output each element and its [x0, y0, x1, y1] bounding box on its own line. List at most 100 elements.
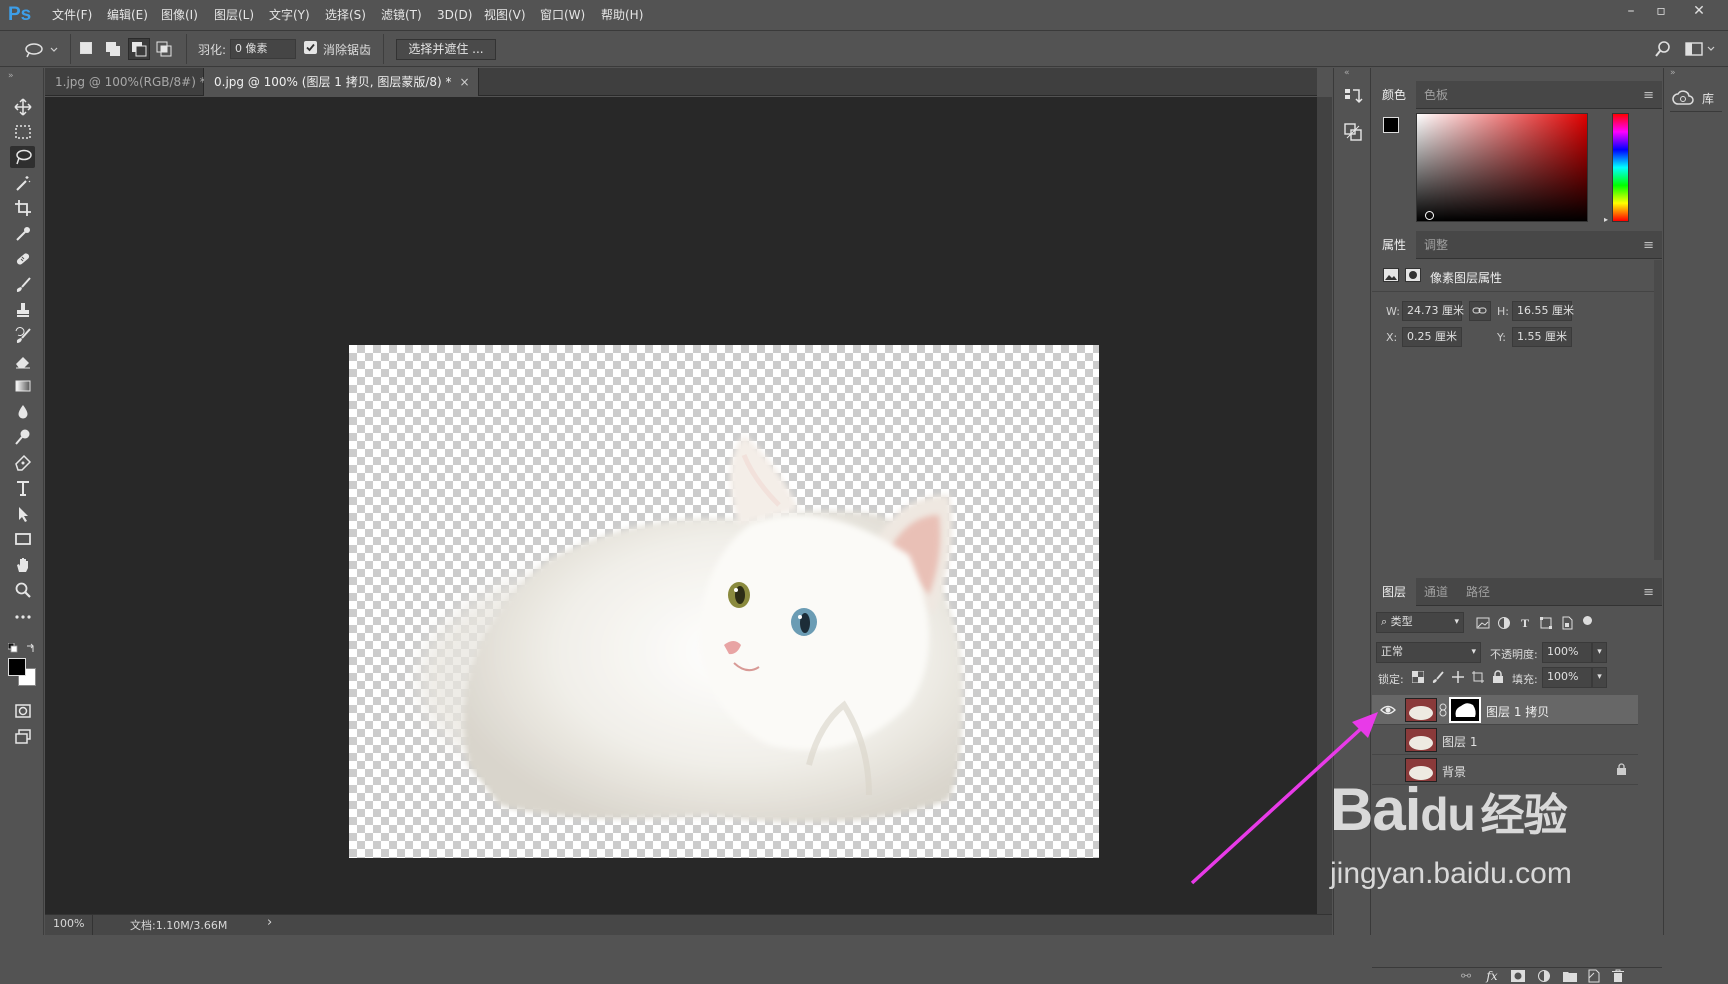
- rectangle-tool-icon[interactable]: [10, 528, 35, 550]
- eraser-tool-icon[interactable]: [10, 350, 35, 372]
- tab-swatches[interactable]: 色板: [1414, 81, 1458, 109]
- tab-properties[interactable]: 属性: [1372, 231, 1417, 259]
- eyedropper-tool-icon[interactable]: [10, 223, 35, 245]
- tab-adjustments[interactable]: 调整: [1414, 231, 1458, 259]
- x-input[interactable]: 0.25 厘米: [1402, 327, 1462, 347]
- tab-close-icon[interactable]: ×: [460, 75, 470, 89]
- menu-3d[interactable]: 3D(D): [437, 0, 472, 31]
- new-group-icon[interactable]: [1562, 968, 1578, 984]
- new-selection-icon[interactable]: [80, 42, 92, 54]
- layer-name[interactable]: 图层 1 拷贝: [1486, 703, 1549, 720]
- lock-artboard-icon[interactable]: [1470, 669, 1486, 685]
- menu-view[interactable]: 视图(V): [484, 0, 526, 31]
- healing-brush-tool-icon[interactable]: [10, 248, 35, 270]
- marquee-tool-icon[interactable]: [10, 121, 35, 143]
- blur-tool-icon[interactable]: [10, 401, 35, 423]
- lock-position-icon[interactable]: [1450, 669, 1466, 685]
- minimize-button[interactable]: –: [1616, 0, 1646, 22]
- tab-1-jpg[interactable]: 1.jpg @ 100%(RGB/8#) *×: [45, 68, 224, 96]
- foreground-color-swatch[interactable]: [1383, 117, 1399, 133]
- color-picker-field[interactable]: [1416, 113, 1588, 222]
- adjustment-filter-icon[interactable]: [1496, 615, 1512, 631]
- quick-mask-icon[interactable]: [10, 700, 35, 722]
- menu-type[interactable]: 文字(Y): [269, 0, 310, 31]
- tab-paths[interactable]: 路径: [1456, 578, 1500, 606]
- color-picker-cursor[interactable]: [1425, 211, 1434, 220]
- crop-tool-icon[interactable]: [10, 197, 35, 219]
- menu-edit[interactable]: 编辑(E): [107, 0, 148, 31]
- antialias-checkbox[interactable]: [304, 41, 317, 54]
- hue-slider-marker[interactable]: ▸: [1604, 215, 1608, 224]
- trash-icon[interactable]: [1610, 968, 1626, 984]
- layer-row[interactable]: 图层 1: [1372, 725, 1638, 755]
- collapse-arrows-icon[interactable]: »: [8, 71, 14, 81]
- lock-all-icon[interactable]: [1490, 669, 1506, 685]
- fill-input[interactable]: 100%: [1542, 667, 1592, 688]
- menu-image[interactable]: 图像(I): [161, 0, 198, 31]
- magic-wand-tool-icon[interactable]: [10, 172, 35, 194]
- adjustment-layer-icon[interactable]: [1536, 968, 1552, 984]
- pixel-filter-icon[interactable]: [1475, 615, 1491, 631]
- pen-tool-icon[interactable]: [10, 452, 35, 474]
- fx-icon[interactable]: fx: [1484, 968, 1500, 984]
- layer-row[interactable]: 图层 1 拷贝: [1372, 695, 1638, 725]
- intersect-selection-icon[interactable]: [155, 40, 173, 61]
- dodge-tool-icon[interactable]: [10, 426, 35, 448]
- workspace-icon[interactable]: [1685, 41, 1717, 60]
- collapse-arrows-icon[interactable]: »: [1670, 68, 1676, 78]
- type-tool-icon[interactable]: [10, 477, 35, 499]
- menu-select[interactable]: 选择(S): [325, 0, 366, 31]
- screen-mode-icon[interactable]: [10, 725, 35, 747]
- panel-menu-icon[interactable]: ≡: [1643, 585, 1654, 600]
- height-input[interactable]: 16.55 厘米: [1512, 301, 1574, 321]
- shape-filter-icon[interactable]: [1538, 615, 1554, 631]
- menu-help[interactable]: 帮助(H): [601, 0, 643, 31]
- clone-stamp-tool-icon[interactable]: [10, 299, 35, 321]
- lock-transparent-icon[interactable]: [1410, 669, 1426, 685]
- more-tools-icon[interactable]: [10, 606, 35, 628]
- blend-mode-select[interactable]: 正常 ▾: [1376, 642, 1481, 663]
- collapse-arrows-icon[interactable]: «: [1344, 68, 1350, 78]
- tab-0-jpg[interactable]: 0.jpg @ 100% (图层 1 拷贝, 图层蒙版/8) * ×: [204, 68, 479, 96]
- new-layer-icon[interactable]: [1586, 968, 1602, 984]
- layer-row[interactable]: 背景: [1372, 755, 1638, 785]
- canvas-area[interactable]: [45, 97, 1317, 914]
- add-mask-icon[interactable]: [1510, 968, 1526, 984]
- filter-toggle-icon[interactable]: [1583, 616, 1592, 625]
- menu-layer[interactable]: 图层(L): [214, 0, 254, 31]
- zoom-level[interactable]: 100%: [53, 917, 84, 930]
- libraries-button[interactable]: 库: [1670, 86, 1722, 112]
- menu-window[interactable]: 窗口(W): [540, 0, 585, 31]
- properties-panel-icon[interactable]: [1343, 122, 1363, 142]
- swap-colors-icon[interactable]: [26, 642, 36, 656]
- maximize-button[interactable]: ▫: [1646, 0, 1676, 22]
- mask-icon[interactable]: [1405, 268, 1421, 282]
- path-selection-tool-icon[interactable]: [10, 503, 35, 525]
- lasso-tool-icon[interactable]: [10, 146, 35, 168]
- feather-input[interactable]: 0 像素: [230, 39, 296, 59]
- opacity-dropdown-icon[interactable]: ▾: [1592, 642, 1607, 663]
- move-tool-icon[interactable]: [10, 96, 35, 118]
- hue-slider[interactable]: [1612, 113, 1629, 222]
- history-panel-icon[interactable]: [1343, 86, 1363, 106]
- document-image[interactable]: [349, 345, 1099, 858]
- panel-menu-icon[interactable]: ≡: [1643, 238, 1654, 253]
- history-brush-tool-icon[interactable]: [10, 325, 35, 347]
- width-input[interactable]: 24.73 厘米: [1402, 301, 1464, 321]
- type-filter-icon[interactable]: T: [1517, 615, 1533, 631]
- lock-pixels-icon[interactable]: [1430, 669, 1446, 685]
- opacity-input[interactable]: 100%: [1542, 642, 1592, 663]
- fill-dropdown-icon[interactable]: ▾: [1592, 667, 1607, 688]
- layer-mask-thumbnail[interactable]: [1449, 697, 1481, 723]
- menu-file[interactable]: 文件(F): [52, 0, 92, 31]
- subtract-from-selection-icon[interactable]: [128, 38, 150, 60]
- link-icon[interactable]: [1469, 301, 1491, 321]
- zoom-tool-icon[interactable]: [10, 579, 35, 601]
- tab-color[interactable]: 颜色: [1372, 81, 1417, 109]
- properties-scrollbar[interactable]: [1654, 260, 1662, 560]
- brush-tool-icon[interactable]: [10, 274, 35, 296]
- close-button[interactable]: ✕: [1684, 0, 1714, 22]
- layer-filter-select[interactable]: ⌕ 类型 ▾: [1376, 612, 1464, 633]
- status-menu-arrow[interactable]: ›: [267, 915, 272, 930]
- add-to-selection-icon[interactable]: [104, 40, 122, 61]
